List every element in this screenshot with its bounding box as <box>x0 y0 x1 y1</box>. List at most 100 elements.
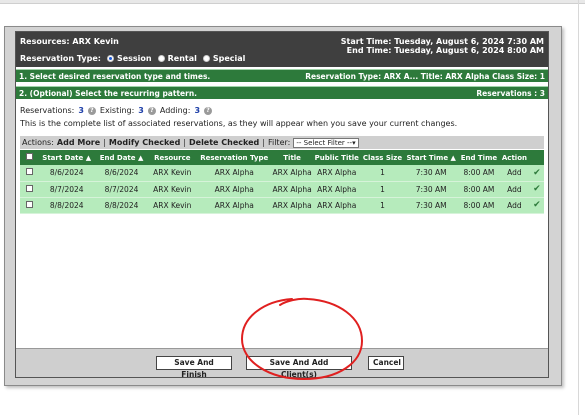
row-checkbox[interactable] <box>25 200 33 208</box>
select-all-cell <box>20 150 38 165</box>
cell-end-time: 8:00 AM <box>463 184 495 194</box>
adding-count: 3 <box>194 106 201 115</box>
radio-session-label[interactable]: Session <box>117 54 152 63</box>
reservations-label: Reservations: <box>20 106 75 115</box>
reservations-table: Start Date ▲ End Date ▲ Resource Reserva… <box>20 150 544 214</box>
cell-title: ARX Alpha <box>272 168 312 178</box>
row-status-cell: ✔ <box>530 197 544 213</box>
radio-special-label[interactable]: Special <box>213 54 246 63</box>
cell-start-time: 7:30 AM <box>415 168 447 178</box>
col-end-time[interactable]: End Time <box>459 150 500 165</box>
cell-reservation-type: ARX Alpha <box>214 184 254 194</box>
select-all-checkbox[interactable] <box>25 153 33 160</box>
save-and-finish-button[interactable]: Save And Finish <box>156 356 232 379</box>
cell-start-time: 7:30 AM <box>415 200 447 210</box>
actions-label: Actions: <box>22 138 54 147</box>
cell-public-title: ARX Alpha <box>317 168 357 178</box>
col-action: Action <box>501 153 527 162</box>
help-icon[interactable]: ? <box>87 106 96 115</box>
separator: | <box>183 138 186 147</box>
actions-bar: Actions: Add More | Modify Checked | Del… <box>20 136 544 149</box>
reservation-times: Start Time: Tuesday, August 6, 2024 7:30… <box>341 37 544 55</box>
filter-select[interactable]: -- Select Filter -- ▾ <box>293 137 359 148</box>
recurring-content: Reservations: 3 ? Existing: 3 ? Adding: … <box>20 106 544 213</box>
table-header-row: Start Date ▲ End Date ▲ Resource Reserva… <box>20 150 544 165</box>
cell-class-size: 1 <box>380 168 385 178</box>
cell-title: ARX Alpha <box>272 200 312 210</box>
cancel-button[interactable]: Cancel <box>368 356 404 370</box>
filter-select-value: -- Select Filter -- <box>296 138 353 147</box>
step-1-bar[interactable]: 1. Select desired reservation type and t… <box>16 69 548 82</box>
step-1-text: 1. Select desired reservation type and t… <box>19 72 211 81</box>
row-select-cell <box>20 181 38 197</box>
start-time-text: Start Time: Tuesday, August 6, 2024 7:30… <box>340 37 544 46</box>
col-start-date[interactable]: Start Date ▲ <box>38 150 95 165</box>
top-strip <box>0 0 585 4</box>
radio-special[interactable] <box>202 55 210 62</box>
cell-end-time: 8:00 AM <box>463 200 495 210</box>
col-public-title[interactable]: Public Title <box>312 150 361 165</box>
row-select-cell <box>20 197 38 213</box>
radio-rental-label[interactable]: Rental <box>168 54 197 63</box>
modify-checked-link[interactable]: Modify Checked <box>109 138 180 147</box>
reservations-count: 3 <box>78 106 84 115</box>
reservation-type-group: Reservation Type: Session Rental Special <box>20 54 245 63</box>
checkmark-icon: ✔ <box>533 200 541 210</box>
cell-end-time: 8:00 AM <box>463 168 495 178</box>
checkmark-icon: ✔ <box>533 167 541 178</box>
table-row[interactable]: 8/7/2024 8/7/2024 ARX Kevin ARX Alpha AR… <box>20 181 544 197</box>
adding-label: Adding: <box>159 106 191 115</box>
cell-start-time: 7:30 AM <box>415 184 447 194</box>
col-resource[interactable]: Resource <box>148 150 197 165</box>
cell-start-date: 8/8/2024 <box>49 200 84 210</box>
cell-action: Add <box>507 184 522 194</box>
row-status-cell: ✔ <box>530 181 544 197</box>
reservation-type-label: Reservation Type: <box>20 54 101 63</box>
reservations-description: This is the complete list of associated … <box>20 119 458 128</box>
step-2-bar[interactable]: 2. (Optional) Select the recurring patte… <box>16 86 548 99</box>
cell-end-date: 8/7/2024 <box>104 184 139 194</box>
row-status-cell: ✔ <box>530 165 544 181</box>
existing-label: Existing: <box>99 106 135 115</box>
col-end-date[interactable]: End Date ▲ <box>95 150 148 165</box>
cell-resource: ARX Kevin <box>153 200 192 210</box>
help-icon[interactable]: ? <box>204 106 213 115</box>
col-reservation-type[interactable]: Reservation Type <box>197 150 272 165</box>
cell-end-date: 8/8/2024 <box>104 200 139 210</box>
row-checkbox[interactable] <box>25 168 33 176</box>
cell-reservation-type: ARX Alpha <box>214 168 254 178</box>
step-2-summary: Reservations : 3 <box>476 89 545 98</box>
col-class-size[interactable]: Class Size <box>361 150 404 165</box>
cell-end-date: 8/6/2024 <box>104 168 139 178</box>
reservation-counts: Reservations: 3 ? Existing: 3 ? Adding: … <box>20 106 544 115</box>
cell-start-date: 8/6/2024 <box>49 168 84 178</box>
chevron-down-icon: ▾ <box>352 138 356 147</box>
radio-session[interactable] <box>106 55 114 62</box>
end-time-text: End Time: Tuesday, August 6, 2024 8:00 A… <box>346 46 544 55</box>
page-border-line <box>578 0 579 415</box>
table-row[interactable]: 8/6/2024 8/6/2024 ARX Kevin ARX Alpha AR… <box>20 165 544 181</box>
col-title[interactable]: Title <box>272 150 313 165</box>
reservation-header: Resources: ARX Kevin Reservation Type: S… <box>16 32 548 67</box>
filter-label: Filter: <box>267 138 291 147</box>
cell-start-date: 8/7/2024 <box>49 184 84 194</box>
cell-reservation-type: ARX Alpha <box>214 200 254 210</box>
row-select-cell <box>20 165 38 181</box>
cell-title: ARX Alpha <box>272 184 312 194</box>
cell-class-size: 1 <box>380 200 385 210</box>
cell-class-size: 1 <box>380 184 385 194</box>
table-row[interactable]: 8/8/2024 8/8/2024 ARX Kevin ARX Alpha AR… <box>20 197 544 213</box>
row-checkbox[interactable] <box>25 184 33 192</box>
separator: | <box>262 138 265 147</box>
checkmark-icon: ✔ <box>533 184 541 194</box>
cell-public-title: ARX Alpha <box>317 184 357 194</box>
col-start-time[interactable]: Start Time ▲ <box>404 150 459 165</box>
cell-action: Add <box>507 200 522 210</box>
radio-rental[interactable] <box>157 55 165 62</box>
separator: | <box>103 138 106 147</box>
add-more-link[interactable]: Add More <box>57 138 100 147</box>
help-icon[interactable]: ? <box>147 106 156 115</box>
annotation-circle <box>240 297 364 381</box>
cell-resource: ARX Kevin <box>153 184 192 194</box>
delete-checked-link[interactable]: Delete Checked <box>189 138 259 147</box>
